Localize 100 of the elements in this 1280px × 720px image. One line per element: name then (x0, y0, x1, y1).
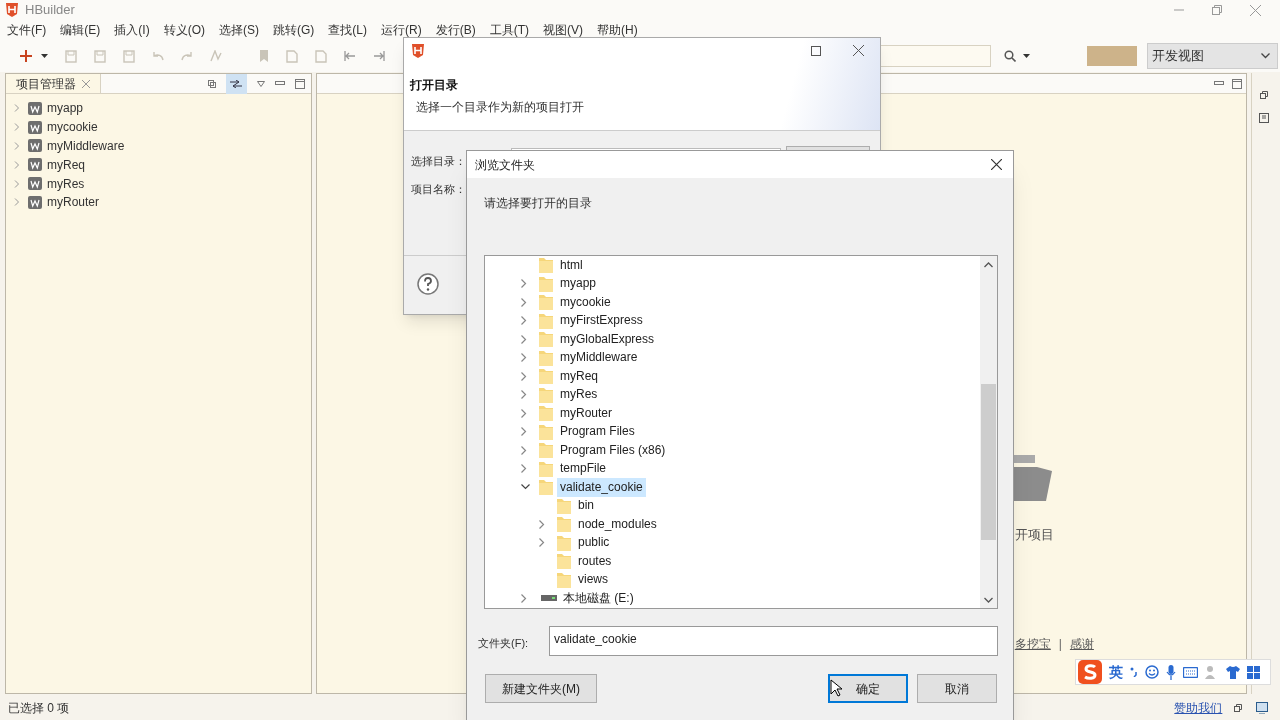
open-project-label[interactable]: 开项目 (1014, 525, 1054, 545)
dialog-button[interactable]: 新建文件夹(M) (485, 674, 597, 703)
status-text: 已选择 0 项 (8, 700, 70, 717)
dialog-button[interactable]: 确定 (828, 674, 908, 703)
cursor-icon (830, 679, 842, 697)
arrow-right-icon[interactable] (373, 50, 385, 62)
link[interactable]: 感谢 (1069, 635, 1094, 653)
restore-icon[interactable] (1234, 704, 1242, 712)
menu-item[interactable]: 帮助(H) (597, 21, 638, 39)
menu-item[interactable]: 查找(L) (328, 21, 367, 39)
project-item[interactable]: myMiddleware (6, 136, 311, 156)
menu-item[interactable]: 视图(V) (543, 21, 583, 39)
punctuation-icon[interactable] (1130, 667, 1138, 677)
chevron-down-icon (1261, 53, 1270, 59)
keyboard-icon[interactable] (1183, 666, 1198, 678)
copy-icon[interactable] (207, 79, 216, 88)
window-title: HBuilder (25, 1, 75, 20)
w-icon (28, 139, 42, 153)
maximize-icon[interactable] (294, 78, 305, 89)
maximize-icon[interactable] (1232, 78, 1243, 89)
scroll-up-icon[interactable] (984, 262, 993, 268)
tree-label[interactable]: node_modules (575, 514, 660, 534)
menu-item[interactable]: 工具(T) (489, 21, 529, 39)
monitor-icon[interactable] (1256, 702, 1268, 714)
menu-item[interactable]: 跳转(G) (273, 21, 315, 39)
minimize-icon[interactable] (274, 81, 285, 86)
chevron-down-icon[interactable] (521, 484, 530, 491)
app-logo-icon (411, 43, 425, 59)
tree-label[interactable]: Program Files (557, 422, 638, 442)
ime-mode[interactable]: 英 (1109, 661, 1123, 683)
triangle-icon[interactable] (256, 80, 265, 87)
dialog-prompt: 请选择要打开的目录 (484, 195, 592, 212)
tree-label[interactable]: routes (575, 551, 615, 571)
dialog-title: 浏览文件夹 (475, 156, 535, 174)
tree-label[interactable]: tempFile (557, 459, 609, 479)
tree-label[interactable]: myRouter (557, 403, 615, 423)
field-label: 项目名称： (411, 182, 466, 197)
tree-label[interactable]: myGlobalExpress (557, 329, 658, 349)
project-item[interactable]: myReq (6, 155, 311, 175)
menu-item[interactable]: 选择(S) (219, 21, 259, 39)
close-icon[interactable] (991, 159, 1002, 170)
tree-label[interactable]: myFirstExpress (557, 311, 646, 331)
restore-icon[interactable] (1259, 91, 1268, 99)
plus-icon[interactable] (20, 50, 32, 62)
minimize-icon[interactable] (1214, 81, 1225, 86)
ime-logo-icon[interactable] (1078, 660, 1102, 684)
search-icon[interactable] (1004, 50, 1016, 62)
tree-label[interactable]: myapp (557, 274, 600, 294)
menu-item[interactable]: 运行(R) (381, 21, 422, 39)
link-toggle[interactable] (225, 73, 247, 94)
tree-label[interactable]: public (575, 533, 613, 553)
tree-label[interactable]: bin (575, 496, 597, 516)
chevron-right-icon (14, 179, 20, 188)
scrollbar-thumb[interactable] (981, 384, 996, 540)
project-item[interactable]: myRes (6, 174, 311, 193)
microphone-icon[interactable] (1166, 664, 1176, 680)
tree-label[interactable]: myMiddleware (557, 348, 641, 368)
tree-label[interactable]: mycookie (557, 292, 614, 312)
tree-label[interactable]: myReq (557, 366, 601, 386)
folder-icon (539, 294, 553, 311)
w-icon (28, 195, 42, 209)
folder-icon (557, 516, 571, 533)
arrow-left-icon[interactable] (344, 50, 356, 62)
menu-item[interactable]: 插入(I) (114, 21, 150, 39)
help-icon[interactable] (417, 273, 439, 295)
link[interactable]: 多挖宝 (1014, 635, 1051, 653)
sponsor-link[interactable]: 赞助我们 (1174, 699, 1223, 717)
smiley-icon[interactable] (1145, 665, 1159, 679)
close-icon[interactable] (853, 45, 864, 56)
tree-label[interactable]: 本地磁盘 (E:) (560, 588, 637, 608)
caret-icon[interactable] (1023, 54, 1030, 58)
panel-tab[interactable]: 项目管理器 (6, 74, 101, 93)
menu-item[interactable]: 发行(B) (435, 21, 476, 39)
shirt-icon[interactable] (1226, 665, 1240, 679)
chevron-right-icon[interactable] (521, 593, 527, 603)
caret-icon[interactable] (41, 54, 48, 58)
menu-item[interactable]: 转义(O) (163, 21, 205, 39)
project-item[interactable]: mycookie (6, 117, 311, 137)
folder-input[interactable]: validate_cookie (549, 626, 998, 656)
grid-icon[interactable] (1247, 665, 1260, 679)
tree-label[interactable]: validate_cookie (557, 477, 646, 497)
maximize-icon[interactable] (811, 46, 821, 56)
folder-icon (539, 312, 553, 329)
panel-icon[interactable] (1258, 113, 1269, 123)
folder-icon (557, 553, 571, 570)
dialog-button[interactable]: 取消 (917, 674, 997, 703)
menu-item[interactable]: 文件(F) (7, 21, 47, 39)
folder-icon (539, 442, 553, 459)
scroll-down-icon[interactable] (984, 597, 993, 603)
tree-label[interactable]: myRes (557, 385, 601, 405)
menu-item[interactable]: 编辑(E) (60, 21, 101, 39)
arrows-icon (230, 79, 243, 88)
folder-icon (557, 497, 571, 514)
project-item[interactable]: myapp (6, 99, 311, 118)
tree-label[interactable]: html (557, 256, 586, 275)
tree-label[interactable]: Program Files (x86) (557, 440, 669, 460)
project-item[interactable]: myRouter (6, 193, 311, 212)
chevron-right-icon (14, 142, 20, 150)
view-dropdown[interactable]: 开发视图 (1147, 43, 1278, 69)
tree-label[interactable]: views (575, 570, 611, 590)
